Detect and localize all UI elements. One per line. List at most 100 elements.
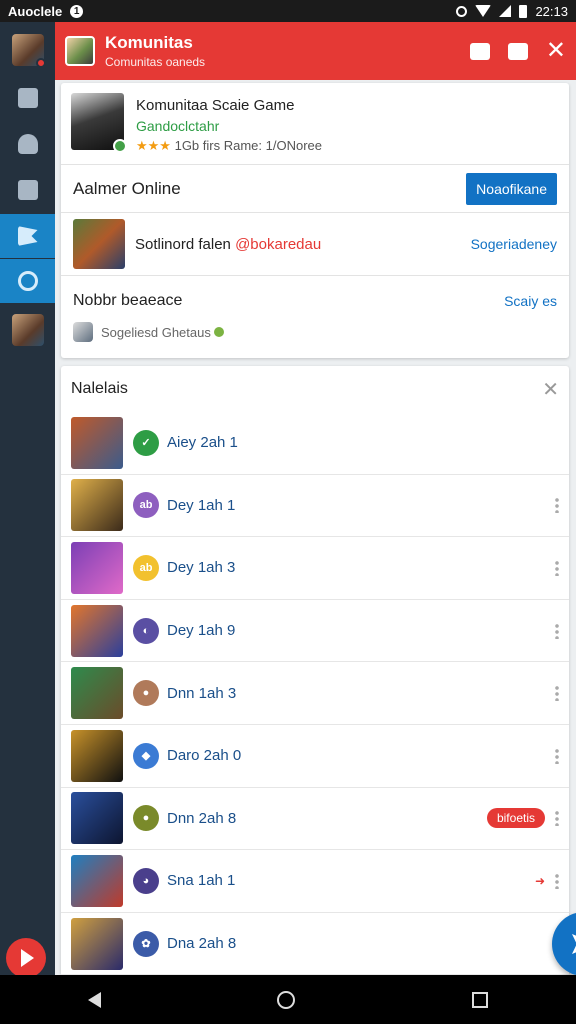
follow-dropdown-button[interactable]: Noaofikane — [466, 172, 557, 205]
sidebar — [0, 22, 55, 978]
alarm-icon — [456, 5, 468, 17]
achievement-icon: ab — [133, 554, 159, 581]
mobile-label: Nobbr beaeace — [73, 292, 183, 309]
list-item[interactable]: ab Dey 1ah 1 — [61, 475, 569, 538]
achievements-list-card: Nalelais ✕ ✓ Aiey 2ah 1 ab Dey 1ah 1 ab Dey 1… — [61, 366, 569, 975]
online-label: Aalmer Online — [73, 178, 181, 198]
game-thumbnail — [71, 416, 123, 469]
game-thumbnail — [71, 604, 123, 657]
gallery-icon[interactable] — [469, 42, 490, 60]
list-item[interactable]: ◆ Daro 2ah 0 — [61, 725, 569, 788]
recents-icon[interactable] — [471, 991, 488, 1008]
home-icon[interactable] — [277, 990, 296, 1009]
game-thumbnail — [71, 667, 123, 720]
list-item-label: Daro 2ah 0 — [167, 747, 242, 765]
list-item[interactable]: ◕ Sna 1ah 1 ➜ — [61, 850, 569, 913]
game-cover-image — [71, 93, 127, 153]
list-item-label: Dnn 1ah 3 — [167, 684, 237, 702]
sidebar-profile[interactable] — [0, 28, 55, 72]
rating-text: 1Gb firs — [174, 138, 221, 153]
game-meta: ★★★ 1Gb firs Rame: 1/ONoree — [136, 138, 322, 154]
list-item-label: Dey 1ah 9 — [167, 622, 236, 640]
sidebar-item-news[interactable] — [0, 168, 55, 212]
sidebar-item-community[interactable] — [0, 214, 55, 258]
game-title: Komunitaa Scaie Game — [136, 97, 295, 114]
list-item[interactable]: ● Dnn 2ah 8 bifoetis — [61, 788, 569, 851]
sotl-text: Sotlinord falen @bokaredau — [135, 236, 321, 253]
achievement-icon: ◕ — [133, 867, 159, 894]
game-thumbnail — [71, 479, 123, 532]
unread-dot — [35, 58, 46, 68]
more-options-icon[interactable] — [555, 559, 559, 576]
list-item-label: Dey 1ah 3 — [167, 559, 236, 577]
sidebar-item-friend[interactable] — [0, 308, 55, 352]
achievement-icon: ✓ — [133, 429, 159, 456]
sotl-link[interactable]: Sogeriadeney — [471, 236, 557, 252]
friend-avatar — [11, 314, 44, 346]
mobile-sub: Sogeliesd Ghetaus — [101, 325, 224, 340]
list-item[interactable]: ● Dnn 1ah 3 — [61, 662, 569, 725]
game-thumbnail — [71, 792, 123, 845]
achievement-icon: ◐ — [133, 617, 159, 644]
mobile-row: Nobbr beaeace Scaiy es Sogeliesd Ghetaus — [61, 276, 569, 356]
close-icon[interactable]: ✕ — [546, 39, 566, 63]
achievement-icon: ab — [133, 492, 159, 519]
sidebar-item-people[interactable] — [0, 122, 55, 166]
community-avatar[interactable] — [65, 36, 95, 66]
signal-icon — [499, 5, 512, 17]
list-item-label: Sna 1ah 1 — [167, 872, 236, 890]
list-header: Nalelais ✕ — [61, 366, 569, 412]
mobile-link[interactable]: Scaiy es — [504, 293, 557, 309]
app-header: Komunitas Comunitas oaneds ✕ — [55, 22, 576, 80]
status-badge: bifoetis — [486, 808, 545, 829]
sotl-thumbnail — [73, 219, 125, 269]
list-item-label: Aiey 2ah 1 — [167, 434, 238, 452]
more-options-icon[interactable] — [555, 810, 559, 827]
list-item[interactable]: ab Dey 1ah 3 — [61, 537, 569, 600]
meta-text: Rame: 1/ONoree — [223, 138, 322, 153]
online-row: Aalmer Online Noaofikane — [61, 165, 569, 213]
sotl-title: Sotlinord falen — [135, 235, 231, 253]
sotl-row[interactable]: Sotlinord falen @bokaredau Sogeriadeney — [61, 213, 569, 276]
play-button[interactable] — [6, 938, 46, 978]
rating-stars: ★★★ — [136, 138, 171, 153]
sidebar-item-grid[interactable] — [0, 76, 55, 120]
verified-icon — [113, 139, 127, 153]
game-thumbnail — [71, 729, 123, 782]
list-item-label: Dnn 2ah 8 — [167, 809, 237, 827]
close-icon[interactable]: ✕ — [542, 377, 559, 402]
list-item-label: Dey 1ah 1 — [167, 496, 236, 514]
game-card: Komunitaa Scaie Game Gandoclctahr ★★★ 1G… — [61, 83, 569, 358]
more-options-icon[interactable] — [555, 497, 559, 514]
page-subtitle: Comunitas oaneds — [105, 55, 206, 69]
carrier-label: Auoclele — [8, 3, 63, 19]
list-item[interactable]: ✿ Dna 2ah 8 — [61, 913, 569, 975]
list-item[interactable]: ◐ Dey 1ah 9 — [61, 600, 569, 663]
grid-icon — [17, 88, 38, 108]
game-summary[interactable]: Komunitaa Scaie Game Gandoclctahr ★★★ 1G… — [61, 83, 569, 165]
achievement-icon: ✿ — [133, 930, 159, 957]
sotl-tag[interactable]: @bokaredau — [235, 236, 321, 253]
battery-icon — [519, 4, 528, 18]
person-icon — [17, 134, 38, 154]
list-title: Nalelais — [71, 380, 128, 397]
more-options-icon[interactable] — [555, 872, 559, 889]
back-icon[interactable] — [88, 991, 102, 1008]
list-item[interactable]: ✓ Aiey 2ah 1 — [61, 412, 569, 475]
send-icon — [572, 934, 576, 954]
more-options-icon[interactable] — [555, 685, 559, 702]
notification-badge: 1 — [70, 4, 84, 18]
status-bar: Auoclele 1 22:13 — [0, 0, 576, 22]
game-thumbnail — [71, 541, 123, 594]
share-icon[interactable] — [507, 42, 528, 60]
clock-time: 22:13 — [535, 3, 568, 19]
sidebar-item-activity[interactable] — [0, 259, 55, 303]
more-options-icon[interactable] — [555, 747, 559, 764]
game-thumbnail — [71, 854, 123, 907]
arrow-icon: ➜ — [534, 873, 545, 888]
more-options-icon[interactable] — [555, 622, 559, 639]
avatar — [11, 34, 46, 68]
achievement-icon: ● — [133, 680, 159, 707]
mobile-avatar — [73, 322, 93, 342]
wifi-icon — [475, 5, 492, 17]
